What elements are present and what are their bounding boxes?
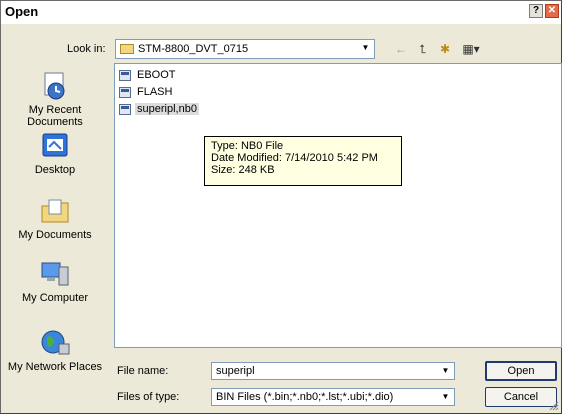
- place-label: My Documents: [18, 229, 92, 241]
- place-network[interactable]: My Network Places: [7, 328, 103, 373]
- file-item-superipl[interactable]: superipl,nb0: [119, 103, 199, 117]
- window-title: Open: [5, 4, 39, 19]
- file-item-eboot[interactable]: EBOOT: [119, 69, 178, 83]
- chevron-down-icon[interactable]: ▼: [438, 364, 453, 378]
- filetype-select[interactable]: BIN Files (*.bin;*.nb0;*.lst;*.ubi;*.dio…: [211, 388, 455, 406]
- places-bar: My Recent Documents Desktop My Documents…: [7, 66, 103, 406]
- file-name: superipl,nb0: [135, 103, 199, 116]
- chevron-down-icon[interactable]: ▼: [438, 390, 453, 404]
- open-button[interactable]: Open: [485, 361, 557, 381]
- filetype-label: Files of type:: [117, 391, 180, 403]
- file-tooltip: Type: NB0 File Date Modified: 7/14/2010 …: [204, 136, 402, 186]
- tooltip-modified: Date Modified: 7/14/2010 5:42 PM: [211, 152, 378, 164]
- title-bar[interactable]: Open ? ✕: [1, 1, 561, 24]
- place-recent[interactable]: My Recent Documents: [7, 71, 103, 128]
- file-icon: [119, 86, 131, 98]
- place-my-computer[interactable]: My Computer: [7, 259, 103, 304]
- recent-documents-icon: [39, 71, 71, 101]
- cancel-button[interactable]: Cancel: [485, 387, 557, 407]
- lookin-value: STM-8800_DVT_0715: [138, 43, 249, 55]
- open-dialog: Open ? ✕ Look in: STM-8800_DVT_0715 ▼ ← …: [0, 0, 562, 414]
- resize-grip-icon[interactable]: [549, 401, 559, 411]
- place-label: My Network Places: [7, 361, 103, 373]
- network-places-icon: [39, 328, 71, 358]
- filename-value: superipl: [216, 365, 255, 377]
- file-name: EBOOT: [137, 69, 176, 82]
- file-name: FLASH: [137, 86, 173, 99]
- help-button[interactable]: ?: [529, 4, 543, 18]
- tooltip-type: Type: NB0 File: [211, 140, 284, 152]
- tooltip-size: Size: 248 KB: [211, 164, 275, 176]
- place-my-documents[interactable]: My Documents: [7, 196, 103, 241]
- back-icon[interactable]: ←: [393, 41, 409, 57]
- place-desktop[interactable]: Desktop: [7, 131, 103, 176]
- view-menu-icon[interactable]: ▦▾: [459, 41, 483, 57]
- lookin-combo[interactable]: STM-8800_DVT_0715 ▼: [115, 39, 375, 59]
- desktop-icon: [39, 131, 71, 161]
- lookin-label: Look in:: [67, 43, 106, 55]
- place-label: Desktop: [34, 164, 76, 176]
- chevron-down-icon[interactable]: ▼: [358, 41, 373, 55]
- folder-icon: [120, 44, 134, 54]
- my-documents-icon: [39, 196, 71, 226]
- file-list[interactable]: EBOOT FLASH superipl,nb0: [114, 63, 562, 348]
- place-label: My Computer: [21, 292, 89, 304]
- my-computer-icon: [39, 259, 71, 289]
- place-label: My Recent Documents: [27, 104, 83, 128]
- filename-label: File name:: [117, 365, 169, 377]
- close-button[interactable]: ✕: [545, 4, 559, 18]
- file-item-flash[interactable]: FLASH: [119, 86, 174, 100]
- file-icon: [119, 103, 131, 115]
- filetype-value: BIN Files (*.bin;*.nb0;*.lst;*.ubi;*.dio…: [216, 391, 394, 403]
- new-folder-icon[interactable]: ✱: [437, 41, 453, 57]
- filename-field[interactable]: superipl ▼: [211, 362, 455, 380]
- file-icon: [119, 69, 131, 81]
- up-folder-icon[interactable]: ⮤: [415, 41, 431, 57]
